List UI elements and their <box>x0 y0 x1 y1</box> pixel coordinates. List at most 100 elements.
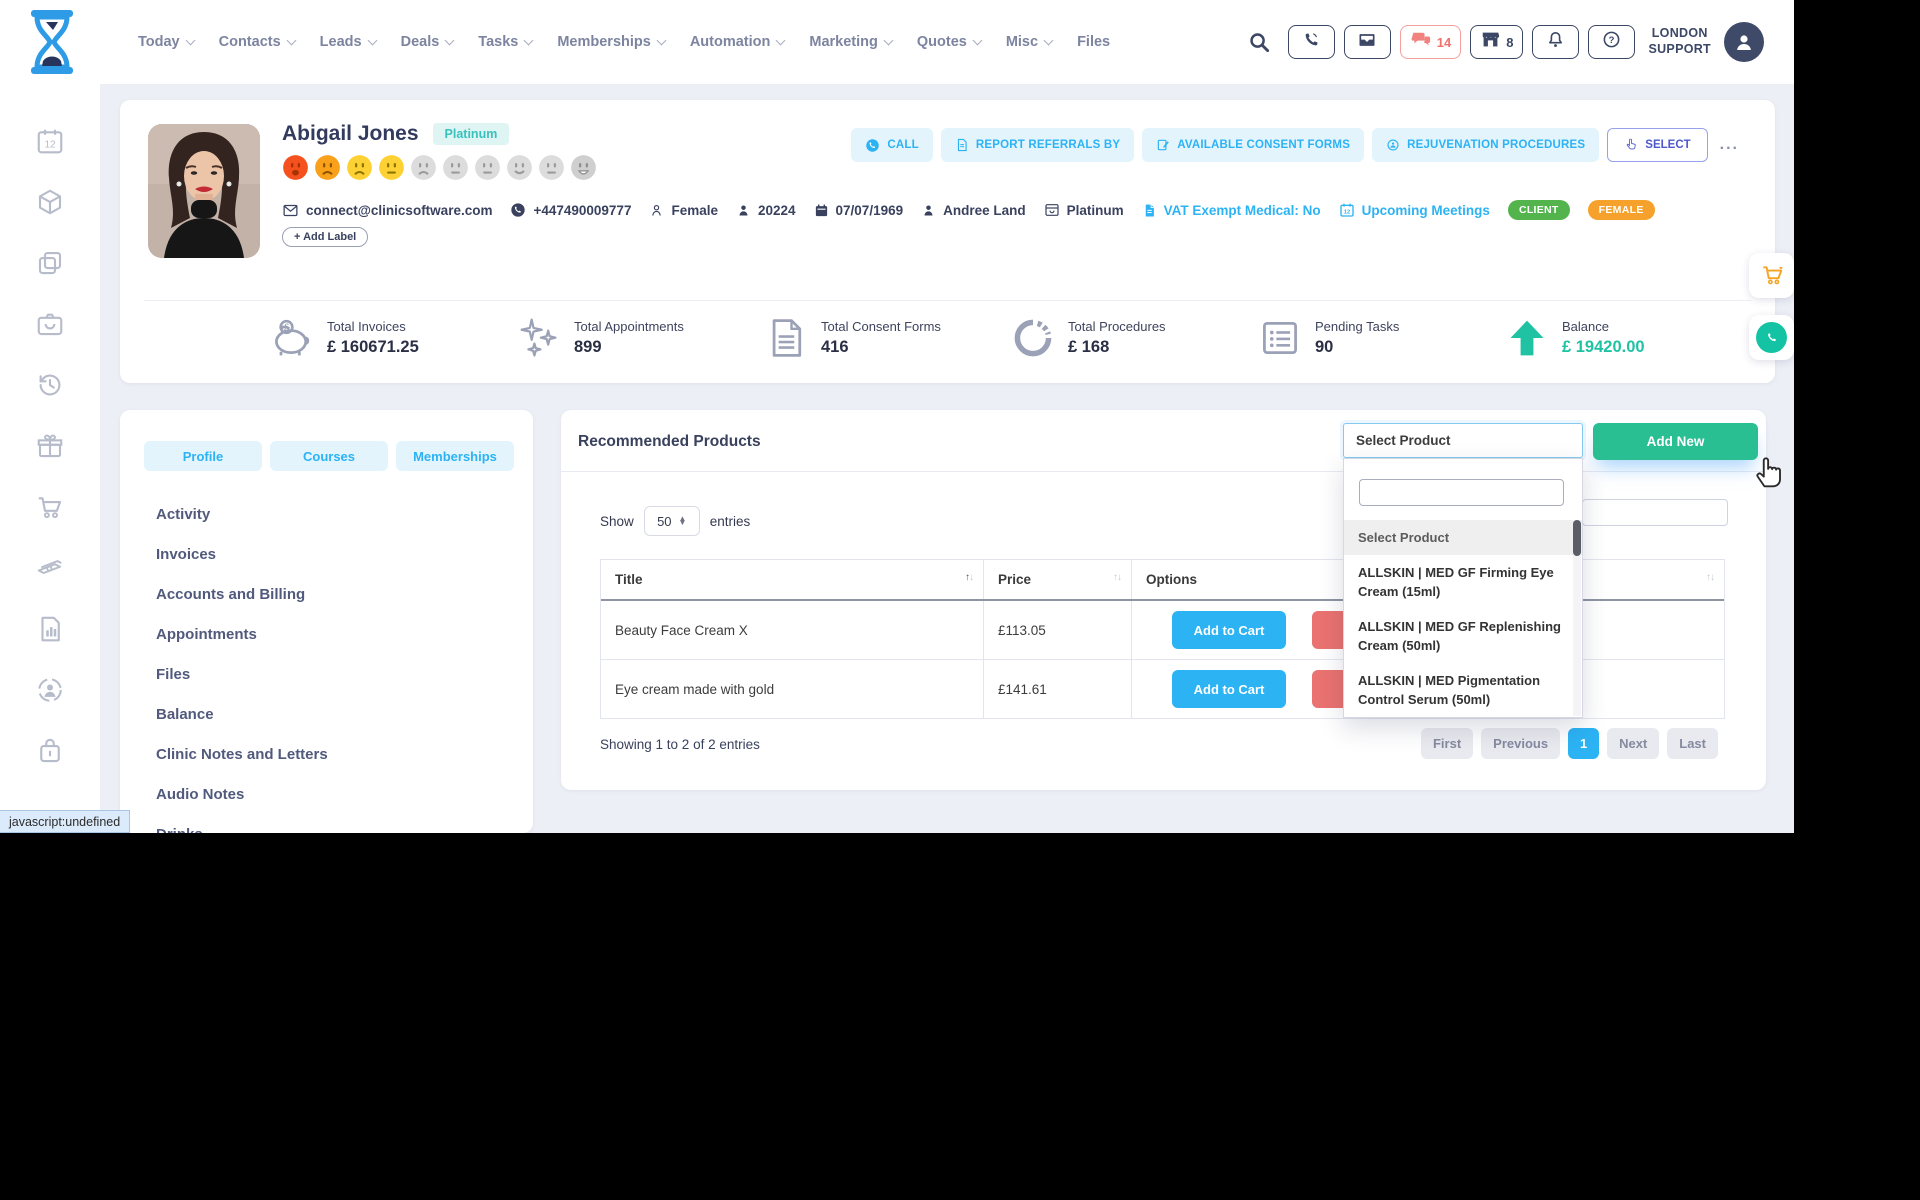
column-header-title[interactable]: Title↑↓ <box>601 560 984 599</box>
card-divider <box>144 300 1751 301</box>
status-tooltip: javascript:undefined <box>0 810 130 833</box>
vat-exempt-link[interactable]: VAT Exempt Medical: No <box>1142 203 1321 218</box>
page-size-select[interactable]: 50 ▲▼ <box>644 506 700 536</box>
nav-tasks[interactable]: Tasks <box>478 34 532 50</box>
chat-messages-button[interactable]: 14 <box>1400 25 1461 59</box>
mood-face-icon[interactable] <box>442 154 469 181</box>
tab-profile[interactable]: Profile <box>144 441 262 471</box>
mood-face-icon[interactable] <box>378 154 405 181</box>
tab-memberships[interactable]: Memberships <box>396 441 514 471</box>
client-photo[interactable] <box>148 124 260 258</box>
dropdown-options-list: Select Product ALLSKIN | MED GF Firming … <box>1344 520 1582 717</box>
app-logo-hourglass-icon[interactable] <box>26 10 78 74</box>
dropdown-option[interactable]: Select Product <box>1344 520 1582 555</box>
floating-whatsapp-button[interactable] <box>1749 315 1794 360</box>
mood-face-icon[interactable] <box>346 154 373 181</box>
dropdown-option[interactable]: ALLSKIN | MED R Advanced <box>1344 717 1582 719</box>
locker-icon[interactable] <box>35 736 65 766</box>
more-actions-button[interactable]: ... <box>1720 136 1739 154</box>
table-search-input[interactable] <box>1582 499 1728 526</box>
dropdown-option[interactable]: ALLSKIN | MED Pigmentation Control Serum… <box>1344 663 1582 717</box>
client-stats: £ Total Invoices£ 160671.25 Total Appoin… <box>270 316 1735 360</box>
camera-icon[interactable] <box>35 309 65 339</box>
nav-deals[interactable]: Deals <box>401 34 454 50</box>
user-avatar[interactable] <box>1724 22 1764 62</box>
rejuvenation-procedures-button[interactable]: REJUVENATION PROCEDURES <box>1372 128 1599 162</box>
mood-face-icon[interactable] <box>570 154 597 181</box>
product-select-box[interactable]: Select Product <box>1343 423 1583 458</box>
menu-appointments[interactable]: Appointments <box>156 614 513 654</box>
dropdown-scrollbar-thumb[interactable] <box>1573 520 1581 556</box>
add-new-button[interactable]: Add New <box>1593 423 1758 460</box>
menu-files[interactable]: Files <box>156 654 513 694</box>
topbar-actions: 14 8 ? LONDON SUPPORT <box>1248 0 1764 84</box>
dropdown-option[interactable]: ALLSKIN | MED GF Replenishing Cream (50m… <box>1344 609 1582 663</box>
user-icon <box>921 203 936 218</box>
mood-face-icon[interactable] <box>410 154 437 181</box>
store-button[interactable]: 8 <box>1470 25 1523 59</box>
dropdown-search-input[interactable] <box>1359 479 1564 506</box>
mood-face-icon[interactable] <box>314 154 341 181</box>
report-icon[interactable] <box>35 614 65 644</box>
nav-marketing[interactable]: Marketing <box>809 34 892 50</box>
mood-face-icon[interactable] <box>282 154 309 181</box>
menu-drinks[interactable]: Drinks <box>156 814 513 833</box>
column-header-price[interactable]: Price↑↓ <box>984 560 1132 599</box>
page-previous[interactable]: Previous <box>1481 728 1560 759</box>
menu-accounts-billing[interactable]: Accounts and Billing <box>156 574 513 614</box>
side-panel-menu: Activity Invoices Accounts and Billing A… <box>156 494 513 833</box>
money-icon[interactable] <box>35 553 65 583</box>
consent-forms-button[interactable]: AVAILABLE CONSENT FORMS <box>1142 128 1364 162</box>
page-next[interactable]: Next <box>1607 728 1659 759</box>
search-icon[interactable] <box>1248 31 1271 54</box>
nav-misc[interactable]: Misc <box>1006 34 1052 50</box>
nav-leads[interactable]: Leads <box>320 34 376 50</box>
copy-pages-icon[interactable] <box>35 248 65 278</box>
menu-clinic-notes[interactable]: Clinic Notes and Letters <box>156 734 513 774</box>
nav-files[interactable]: Files <box>1077 34 1110 50</box>
nav-memberships[interactable]: Memberships <box>557 34 664 50</box>
menu-invoices[interactable]: Invoices <box>156 534 513 574</box>
mood-face-icon[interactable] <box>506 154 533 181</box>
client-gender-badge: FEMALE <box>1588 200 1655 220</box>
chevron-down-icon <box>972 35 982 45</box>
report-referrals-button[interactable]: REPORT REFERRALS BY <box>941 128 1134 162</box>
sparkles-icon <box>517 316 561 360</box>
products-cube-icon[interactable] <box>35 187 65 217</box>
select-button[interactable]: SELECT <box>1607 128 1707 162</box>
nav-automation[interactable]: Automation <box>690 34 785 50</box>
nav-contacts[interactable]: Contacts <box>219 34 295 50</box>
menu-audio-notes[interactable]: Audio Notes <box>156 774 513 814</box>
add-to-cart-button[interactable]: Add to Cart <box>1172 611 1286 649</box>
client-circle-icon[interactable] <box>35 675 65 705</box>
notifications-button[interactable] <box>1532 25 1579 59</box>
tier-badge: Platinum <box>433 123 510 145</box>
calendar-icon[interactable]: 12 <box>35 126 65 156</box>
mood-face-icon[interactable] <box>474 154 501 181</box>
mood-face-icon[interactable] <box>538 154 565 181</box>
page-first[interactable]: First <box>1421 728 1473 759</box>
stat-balance: Balance£ 19420.00 <box>1505 316 1752 360</box>
product-title-cell: Beauty Face Cream X <box>601 601 984 659</box>
history-icon[interactable] <box>35 370 65 400</box>
call-button[interactable]: CALL <box>851 128 932 162</box>
nav-quotes[interactable]: Quotes <box>917 34 981 50</box>
tab-courses[interactable]: Courses <box>270 441 388 471</box>
add-to-cart-button[interactable]: Add to Cart <box>1172 670 1286 708</box>
page-1[interactable]: 1 <box>1568 728 1599 759</box>
stat-total-consent-forms: Total Consent Forms416 <box>764 316 1011 360</box>
cart-icon[interactable] <box>35 492 65 522</box>
nav-today[interactable]: Today <box>138 34 194 50</box>
calls-button[interactable] <box>1288 25 1335 59</box>
gift-icon[interactable] <box>35 431 65 461</box>
upcoming-meetings-link[interactable]: 12 Upcoming Meetings <box>1339 202 1490 218</box>
dropdown-option[interactable]: ALLSKIN | MED GF Firming Eye Cream (15ml… <box>1344 555 1582 609</box>
menu-activity[interactable]: Activity <box>156 494 513 534</box>
inbox-button[interactable] <box>1344 25 1391 59</box>
menu-balance[interactable]: Balance <box>156 694 513 734</box>
floating-cart-button[interactable] <box>1749 253 1794 298</box>
add-label-button[interactable]: + Add Label <box>282 227 368 247</box>
help-button[interactable]: ? <box>1588 25 1635 59</box>
page-last[interactable]: Last <box>1667 728 1718 759</box>
location-label[interactable]: LONDON SUPPORT <box>1648 26 1711 57</box>
